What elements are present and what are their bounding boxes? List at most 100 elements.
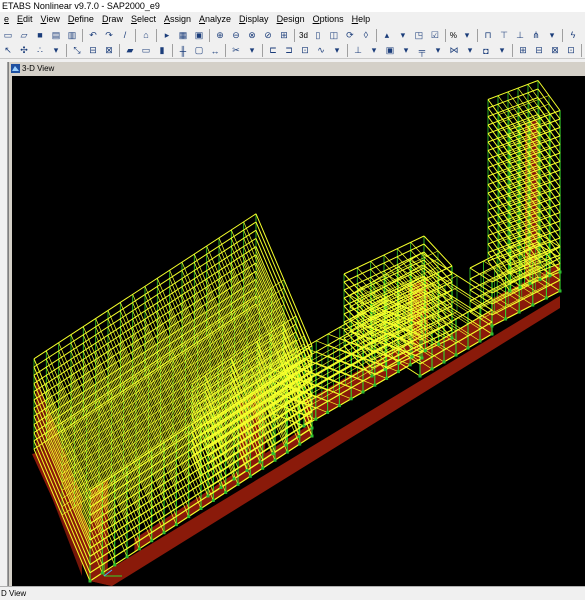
draw-line-icon[interactable]: ⤡	[70, 44, 84, 58]
reshape-icon[interactable]: ✣	[17, 44, 31, 58]
elevation-view-icon[interactable]: ◫	[327, 28, 341, 42]
toolbar-separator	[477, 28, 479, 42]
set-display-options-icon[interactable]: ☑	[428, 28, 442, 42]
draw-tendon-icon[interactable]: ╤	[415, 44, 429, 58]
toolbar-separator	[581, 44, 582, 57]
draw-wall-stack-icon[interactable]: ▣	[383, 44, 397, 58]
refresh-icon[interactable]: /	[118, 28, 132, 42]
draw-brace-icon[interactable]: ⊠	[102, 44, 116, 58]
draw-point-icon[interactable]: ◘	[479, 44, 493, 58]
joint-icon[interactable]: ∴	[33, 44, 47, 58]
chevron-down-icon[interactable]: ▾	[49, 44, 63, 58]
undo-icon[interactable]: ↶	[86, 28, 100, 42]
toolbar-separator	[444, 28, 446, 42]
toolbar-separator	[209, 28, 210, 42]
units-dropdown[interactable]: %	[449, 28, 458, 42]
chevron-down-icon[interactable]: ▾	[330, 44, 344, 58]
open-icon[interactable]: ▱	[17, 28, 31, 42]
draw-column-icon[interactable]: ╫	[176, 44, 190, 58]
print-preview-icon[interactable]: ▥	[65, 28, 79, 42]
draw-reference-line-icon[interactable]: ⊐	[282, 44, 296, 58]
print-icon[interactable]: ▤	[49, 28, 63, 42]
model-3d-viewport[interactable]	[12, 76, 585, 586]
toolbar-separator	[262, 44, 263, 57]
menu-view[interactable]: View	[37, 12, 64, 27]
save-icon[interactable]: ■	[33, 28, 47, 42]
toolbar-separator	[172, 44, 173, 57]
draw-dimension-icon[interactable]: ↔	[208, 44, 222, 58]
move-up-icon[interactable]: ▴	[380, 28, 394, 42]
plan-view-icon[interactable]: ▯	[311, 28, 325, 42]
releases-icon[interactable]: ⊤	[497, 28, 511, 42]
draw-grid-icon[interactable]: ⋈	[447, 44, 461, 58]
loads-icon[interactable]: ⊥	[513, 28, 527, 42]
zoom-previous-icon[interactable]: ⊘	[261, 28, 275, 42]
menu-edit[interactable]: Edit	[13, 12, 37, 27]
menu-design[interactable]: Design	[273, 12, 309, 27]
toolbar-separator	[375, 28, 377, 42]
rotate-view-icon[interactable]: ⟳	[343, 28, 357, 42]
toolbar-separator	[66, 44, 67, 57]
redo-icon[interactable]: ↷	[102, 28, 116, 42]
chevron-down-icon[interactable]: ▾	[367, 44, 381, 58]
clear-selection-icon[interactable]: ⊠	[548, 44, 562, 58]
snap-icon[interactable]: ▦	[176, 28, 190, 42]
menu-bar: e Edit View Define Draw Select Assign An…	[0, 12, 585, 27]
supports-icon[interactable]: ⋔	[529, 28, 543, 42]
pan-icon[interactable]: ⊞	[277, 28, 291, 42]
chevron-down-icon[interactable]: ▾	[545, 28, 559, 42]
draw-area-icon[interactable]: ▰	[123, 44, 137, 58]
chevron-down-icon[interactable]: ▾	[460, 28, 474, 42]
lock-icon[interactable]: ⌂	[139, 28, 153, 42]
draw-developed-elevation-icon[interactable]: ⊏	[266, 44, 280, 58]
view-titlebar[interactable]: 3-D View	[9, 62, 585, 75]
select-previous-icon[interactable]: ⊟	[532, 44, 546, 58]
zoom-out-icon[interactable]: ⊖	[229, 28, 243, 42]
draw-secondary-beam-icon[interactable]: ⊥	[351, 44, 365, 58]
chevron-down-icon[interactable]: ▾	[245, 44, 259, 58]
model-view-window: 3-D View	[8, 62, 585, 586]
draw-section-cut-icon[interactable]: ✂	[229, 44, 243, 58]
new-model-icon[interactable]: ▭	[1, 28, 15, 42]
left-panel-edge	[0, 62, 8, 586]
draw-toolbar: ↖ ✣ ∴ ▾ ⤡ ⊟ ⊠ ▰ ▭ ▮ ╫ ▢ ↔ ✂ ▾ ⊏ ⊐ ⊡ ∿ ▾ …	[0, 43, 585, 59]
frame-section-icon[interactable]: ⊓	[481, 28, 495, 42]
move-down-icon[interactable]: ▾	[396, 28, 410, 42]
run-analysis-icon[interactable]: ▸	[160, 28, 174, 42]
chevron-down-icon[interactable]: ▾	[495, 44, 509, 58]
menu-draw[interactable]: Draw	[98, 12, 127, 27]
toolbar-separator	[562, 28, 564, 42]
rubber-band-zoom-icon[interactable]: ▣	[192, 28, 206, 42]
menu-display[interactable]: Display	[235, 12, 273, 27]
menu-file[interactable]: e	[0, 12, 13, 27]
menu-help[interactable]: Help	[348, 12, 375, 27]
view-3d-button[interactable]: 3d	[298, 28, 309, 42]
deformed-shape-icon[interactable]: ϟ	[566, 28, 580, 42]
draw-rectangular-area-icon[interactable]: ▭	[139, 44, 153, 58]
select-all-icon[interactable]: ⊞	[516, 44, 530, 58]
status-text: D View	[1, 589, 27, 598]
menu-options[interactable]: Options	[309, 12, 348, 27]
draw-link-icon[interactable]: ∿	[314, 44, 328, 58]
3d-view-icon	[11, 64, 20, 73]
toolbar-separator	[135, 28, 136, 42]
pointer-icon[interactable]: ↖	[1, 44, 15, 58]
draw-reference-point-icon[interactable]: ⊡	[298, 44, 312, 58]
chevron-down-icon[interactable]: ▾	[431, 44, 445, 58]
menu-analyze[interactable]: Analyze	[195, 12, 235, 27]
select-intersecting-icon[interactable]: ⊡	[564, 44, 578, 58]
zoom-fit-icon[interactable]: ⊗	[245, 28, 259, 42]
toolbar-separator	[347, 44, 348, 57]
chevron-down-icon[interactable]: ▾	[399, 44, 413, 58]
draw-opening-icon[interactable]: ▢	[192, 44, 206, 58]
menu-assign[interactable]: Assign	[160, 12, 195, 27]
perspective-icon[interactable]: ◊	[359, 28, 373, 42]
draw-beam-icon[interactable]: ⊟	[86, 44, 100, 58]
menu-select[interactable]: Select	[127, 12, 160, 27]
toolbar-separator	[512, 44, 513, 57]
object-shrink-icon[interactable]: ◳	[412, 28, 426, 42]
menu-define[interactable]: Define	[64, 12, 98, 27]
chevron-down-icon[interactable]: ▾	[463, 44, 477, 58]
zoom-in-icon[interactable]: ⊕	[213, 28, 227, 42]
draw-wall-icon[interactable]: ▮	[155, 44, 169, 58]
